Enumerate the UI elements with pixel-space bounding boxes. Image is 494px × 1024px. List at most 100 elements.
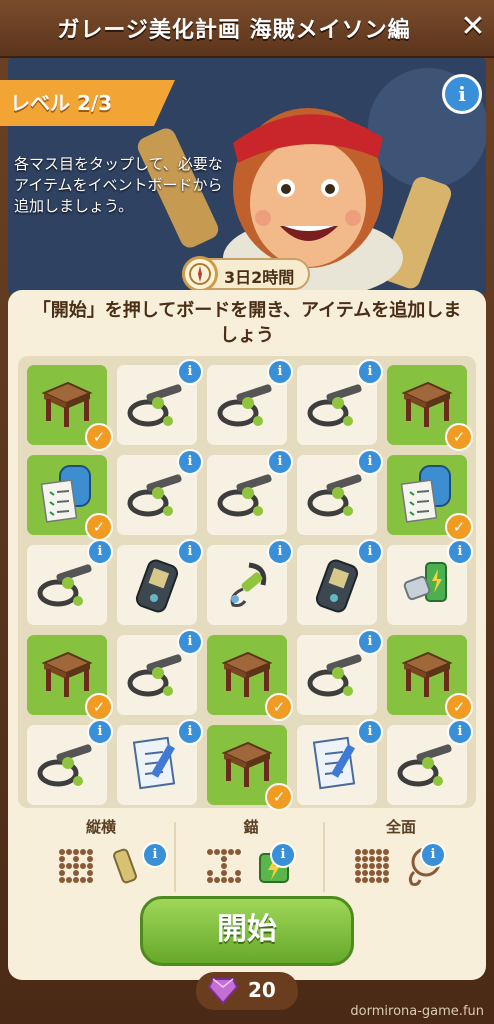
- gem-icon: [208, 978, 238, 1005]
- metal-detector-icon: [126, 647, 188, 703]
- metal-detector-icon: [216, 377, 278, 433]
- info-badge-icon[interactable]: i: [142, 842, 168, 868]
- grid-cell[interactable]: i: [117, 719, 203, 805]
- event-timer: 3日2時間: [182, 256, 310, 292]
- pattern-name: 錨: [243, 818, 259, 836]
- grid-cell[interactable]: i: [117, 539, 203, 625]
- grid-cell[interactable]: i: [297, 719, 383, 805]
- headphones-cable-icon: [219, 555, 275, 615]
- info-badge-icon[interactable]: i: [447, 539, 473, 565]
- pattern-anchor[interactable]: 錨 i: [176, 816, 326, 896]
- gps-device-icon: [312, 552, 362, 618]
- pattern-name: 全面: [385, 818, 416, 836]
- info-badge-icon[interactable]: i: [177, 719, 203, 745]
- info-badge-icon[interactable]: i: [357, 359, 383, 385]
- checkmark-icon: ✓: [265, 783, 293, 811]
- timer-value: 3日2時間: [224, 268, 295, 287]
- grid-cell[interactable]: i: [297, 539, 383, 625]
- table-icon: [38, 377, 96, 433]
- grid-cell[interactable]: ✓: [27, 635, 113, 721]
- metal-detector-icon: [216, 467, 278, 523]
- grid-cell[interactable]: ✓: [387, 635, 473, 721]
- info-badge-icon[interactable]: i: [270, 842, 296, 868]
- metal-detector-icon: [306, 647, 368, 703]
- table-icon: [218, 737, 276, 793]
- grid-cell[interactable]: i: [297, 359, 383, 445]
- metal-detector-icon: [306, 467, 368, 523]
- grid-cell[interactable]: i: [297, 449, 383, 535]
- metal-detector-icon: [126, 377, 188, 433]
- grid-cell[interactable]: i: [27, 539, 113, 625]
- info-badge-icon[interactable]: i: [447, 719, 473, 745]
- battery-icon: [113, 848, 137, 884]
- info-button[interactable]: i: [442, 74, 482, 114]
- info-badge-icon[interactable]: i: [357, 719, 383, 745]
- pattern-vertical-horizontal[interactable]: 縦横 i: [26, 816, 176, 896]
- cost-pill: 20: [196, 972, 298, 1010]
- info-badge-icon[interactable]: i: [87, 719, 113, 745]
- pattern-name: 縦横: [85, 818, 116, 836]
- info-badge-icon[interactable]: i: [177, 539, 203, 565]
- item-grid: ✓ i i i ✓ ✓ i i i ✓ i i i i i ✓ i ✓ i ✓ i i ✓ i i: [18, 356, 476, 811]
- info-badge-icon[interactable]: i: [87, 539, 113, 565]
- grid-cell[interactable]: i: [297, 629, 383, 715]
- metal-detector-icon: [306, 377, 368, 433]
- metal-detector-icon: [36, 557, 98, 613]
- dot-grid-icon: [355, 849, 389, 883]
- metal-detector-icon: [36, 737, 98, 793]
- dot-grid-icon: [59, 849, 93, 883]
- grid-cell[interactable]: i: [207, 359, 293, 445]
- cost-value: 20: [248, 978, 276, 1002]
- notepad-pencil-icon: [129, 734, 185, 796]
- info-badge-icon[interactable]: i: [420, 842, 446, 868]
- gps-device-icon: [132, 552, 182, 618]
- info-badge-icon[interactable]: i: [177, 629, 203, 655]
- grid-cell[interactable]: ✓: [207, 725, 293, 811]
- instruction-text: 「開始」を押してボードを開き、アイテムを追加しましょう: [32, 300, 462, 346]
- info-badge-icon[interactable]: i: [267, 359, 293, 385]
- page-title: ガレージ美化計画 海賊メイソン編: [57, 18, 411, 43]
- grid-cell[interactable]: i: [117, 359, 203, 445]
- grid-cell[interactable]: i: [117, 449, 203, 535]
- checkmark-icon: ✓: [85, 693, 113, 721]
- table-icon: [398, 647, 456, 703]
- watermark: dormirona-game.fun: [350, 1004, 484, 1019]
- metal-detector-icon: [126, 467, 188, 523]
- batteries-icon: [400, 555, 454, 615]
- grid-cell[interactable]: ✓: [387, 455, 473, 541]
- checkmark-icon: ✓: [445, 513, 473, 541]
- level-banner: レベル 2/3: [0, 80, 175, 126]
- dot-grid-icon: [207, 849, 241, 883]
- info-badge-icon[interactable]: i: [357, 449, 383, 475]
- grid-cell[interactable]: ✓: [207, 635, 293, 721]
- start-button[interactable]: 開始: [140, 896, 354, 966]
- info-badge-icon[interactable]: i: [267, 449, 293, 475]
- task-description: 各マス目をタップして、必要なアイテムをイベントボードから追加しましょう。: [14, 155, 223, 215]
- grid-cell[interactable]: i: [207, 449, 293, 535]
- compass-icon: [182, 256, 218, 292]
- grid-cell[interactable]: ✓: [27, 365, 113, 451]
- grid-cell[interactable]: i: [387, 719, 473, 805]
- table-icon: [398, 377, 456, 433]
- checkmark-icon: ✓: [265, 693, 293, 721]
- pattern-full[interactable]: 全面 i: [326, 816, 476, 896]
- close-button[interactable]: ✕: [458, 10, 488, 44]
- checkmark-icon: ✓: [85, 423, 113, 451]
- info-badge-icon[interactable]: i: [357, 539, 383, 565]
- notepad-pencil-icon: [309, 734, 365, 796]
- grid-cell[interactable]: i: [207, 539, 293, 625]
- grid-cell[interactable]: i: [387, 539, 473, 625]
- title-bar: ガレージ美化計画 海賊メイソン編 ✕: [0, 0, 494, 58]
- grid-cell[interactable]: i: [117, 629, 203, 715]
- grid-cell[interactable]: ✓: [387, 365, 473, 451]
- grid-cell[interactable]: i: [27, 719, 113, 805]
- checkmark-icon: ✓: [445, 423, 473, 451]
- checkmark-icon: ✓: [445, 693, 473, 721]
- info-badge-icon[interactable]: i: [267, 539, 293, 565]
- table-icon: [218, 647, 276, 703]
- grid-cell[interactable]: ✓: [27, 455, 113, 541]
- info-badge-icon[interactable]: i: [357, 629, 383, 655]
- info-badge-icon[interactable]: i: [177, 359, 203, 385]
- table-icon: [38, 647, 96, 703]
- info-badge-icon[interactable]: i: [177, 449, 203, 475]
